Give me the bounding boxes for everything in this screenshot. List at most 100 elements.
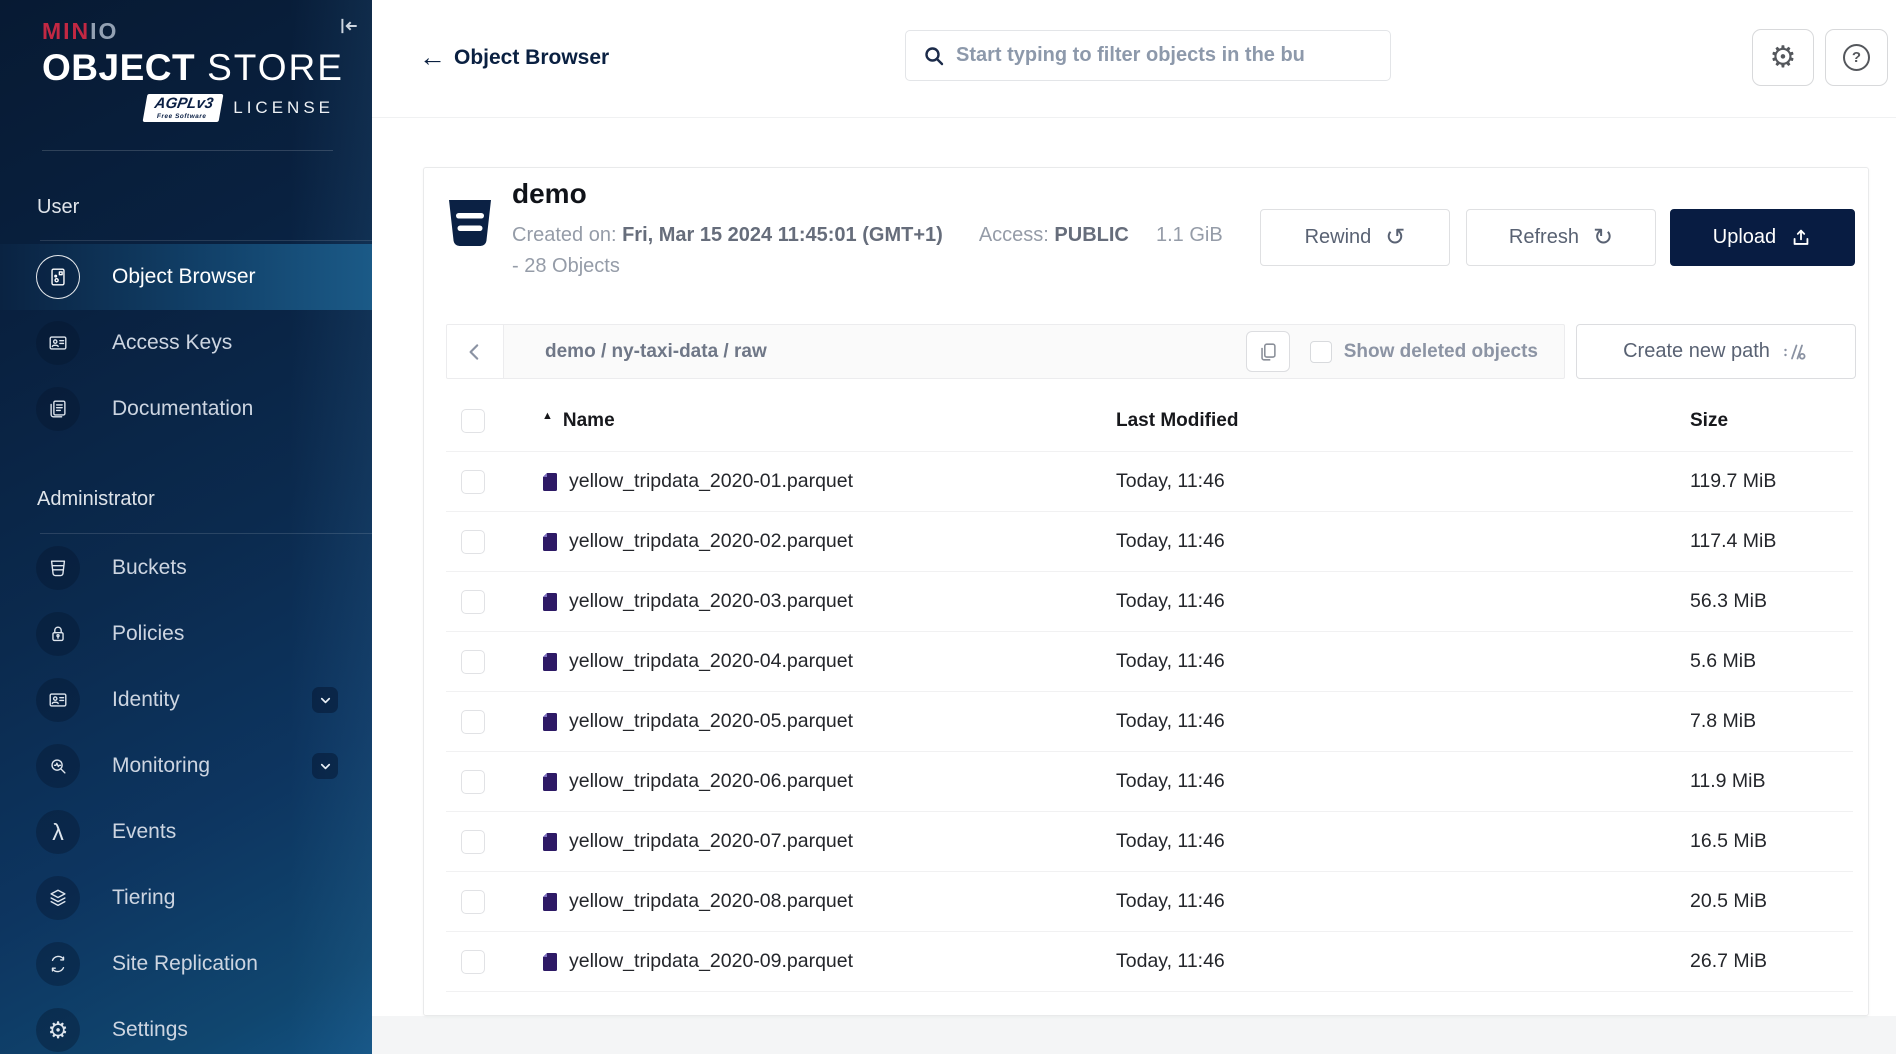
object-size: 7.8 MiB (1690, 710, 1853, 733)
nav-group-user: Object Browser Access Keys Documentation (0, 244, 372, 442)
object-name[interactable]: yellow_tripdata_2020-09.parquet (569, 950, 1116, 973)
minio-logo: MINIO OBJECTSTORE AGPLv3 Free Software L… (42, 18, 334, 122)
row-checkbox[interactable] (461, 830, 485, 854)
table-row[interactable]: yellow_tripdata_2020-01.parquet Today, 1… (446, 451, 1853, 511)
gear-glyph: ⚙ (48, 1019, 69, 1042)
chevron-down-icon[interactable] (312, 753, 338, 779)
created-label: Created on: (512, 224, 617, 246)
top-header: ← Object Browser ⚙ ? (372, 0, 1896, 118)
logo-divider (42, 150, 333, 151)
page-background-strip (372, 1016, 1896, 1054)
breadcrumb[interactable]: demo / ny-taxi-data / raw (545, 341, 767, 363)
section-divider (40, 533, 372, 534)
table-row[interactable]: yellow_tripdata_2020-06.parquet Today, 1… (446, 751, 1853, 811)
sidebar-item-access-keys[interactable]: Access Keys (0, 310, 372, 376)
copy-path-button[interactable] (1246, 331, 1290, 372)
object-size: 26.7 MiB (1690, 950, 1853, 973)
bucket-name: demo (512, 178, 587, 210)
minio-wordmark: MINIO (42, 18, 334, 45)
object-name[interactable]: yellow_tripdata_2020-02.parquet (569, 530, 1116, 553)
sidebar-item-policies[interactable]: Policies (0, 601, 372, 667)
upload-label: Upload (1713, 226, 1776, 249)
sidebar-item-label: Site Replication (112, 952, 258, 976)
table-header-row: ▲ Name Last Modified Size (446, 391, 1853, 451)
row-checkbox[interactable] (461, 890, 485, 914)
file-icon (542, 472, 560, 492)
sidebar-item-site-replication[interactable]: Site Replication (0, 931, 372, 997)
column-name-label[interactable]: Name (563, 410, 615, 432)
object-modified: Today, 11:46 (1116, 830, 1690, 853)
sidebar-item-settings[interactable]: ⚙ Settings (0, 997, 372, 1063)
table-row[interactable]: yellow_tripdata_2020-09.parquet Today, 1… (446, 931, 1853, 991)
column-name[interactable]: ▲ Name (542, 410, 1116, 432)
object-name[interactable]: yellow_tripdata_2020-04.parquet (569, 650, 1116, 673)
object-name[interactable]: yellow_tripdata_2020-05.parquet (569, 710, 1116, 733)
path-bar: demo / ny-taxi-data / raw Show deleted o… (446, 324, 1565, 379)
row-checkbox[interactable] (461, 770, 485, 794)
upload-button[interactable]: Upload (1670, 209, 1855, 266)
sidebar-item-identity[interactable]: Identity (0, 667, 372, 733)
refresh-label: Refresh (1509, 226, 1579, 249)
lambda-glyph: λ (52, 821, 64, 844)
object-name[interactable]: yellow_tripdata_2020-08.parquet (569, 890, 1116, 913)
row-checkbox[interactable] (461, 950, 485, 974)
table-row[interactable]: yellow_tripdata_2020-04.parquet Today, 1… (446, 631, 1853, 691)
object-name[interactable]: yellow_tripdata_2020-01.parquet (569, 470, 1116, 493)
product-name: OBJECTSTORE (42, 47, 334, 89)
sidebar-item-object-browser[interactable]: Object Browser (0, 244, 372, 310)
bucket-browser-card: demo Created on: Fri, Mar 15 2024 11:45:… (423, 167, 1869, 1016)
row-checkbox[interactable] (461, 590, 485, 614)
show-deleted-checkbox[interactable] (1310, 341, 1332, 363)
object-size: 11.9 MiB (1690, 770, 1853, 793)
chevron-down-icon[interactable] (312, 687, 338, 713)
file-icon (542, 892, 560, 912)
settings-gear-button[interactable]: ⚙ (1752, 29, 1814, 86)
table-row[interactable]: yellow_tripdata_2020-08.parquet Today, 1… (446, 871, 1853, 931)
sidebar-item-buckets[interactable]: Buckets (0, 535, 372, 601)
sidebar: MINIO OBJECTSTORE AGPLv3 Free Software L… (0, 0, 372, 1054)
monitoring-icon (36, 744, 80, 788)
row-checkbox[interactable] (461, 470, 485, 494)
row-checkbox[interactable] (461, 710, 485, 734)
file-icon (542, 772, 560, 792)
sidebar-item-tiering[interactable]: Tiering (0, 865, 372, 931)
rewind-label: Rewind (1305, 226, 1372, 249)
show-deleted-label[interactable]: Show deleted objects (1344, 341, 1538, 363)
select-all-checkbox[interactable] (461, 409, 485, 433)
file-icon (542, 652, 560, 672)
copy-icon (1257, 341, 1279, 363)
sidebar-item-label: Access Keys (112, 331, 232, 355)
table-row[interactable]: yellow_tripdata_2020-02.parquet Today, 1… (446, 511, 1853, 571)
brand-io: IO (90, 18, 118, 44)
product-object: OBJECT (42, 47, 195, 88)
table-row[interactable]: yellow_tripdata_2020-05.parquet Today, 1… (446, 691, 1853, 751)
lock-icon (36, 612, 80, 656)
sidebar-item-label: Settings (112, 1018, 188, 1042)
refresh-button[interactable]: Refresh ↻ (1466, 209, 1656, 266)
object-size: 16.5 MiB (1690, 830, 1853, 853)
create-new-path-button[interactable]: Create new path (1576, 324, 1856, 379)
object-name[interactable]: yellow_tripdata_2020-07.parquet (569, 830, 1116, 853)
row-checkbox[interactable] (461, 650, 485, 674)
object-name[interactable]: yellow_tripdata_2020-03.parquet (569, 590, 1116, 613)
breadcrumb-back-button[interactable] (447, 325, 504, 378)
rewind-button[interactable]: Rewind ↺ (1260, 209, 1450, 266)
layers-icon (36, 876, 80, 920)
object-name[interactable]: yellow_tripdata_2020-06.parquet (569, 770, 1116, 793)
sort-ascending-icon[interactable]: ▲ (542, 410, 553, 422)
table-row[interactable]: yellow_tripdata_2020-03.parquet Today, 1… (446, 571, 1853, 631)
sidebar-item-events[interactable]: λ Events (0, 799, 372, 865)
help-button[interactable]: ? (1825, 29, 1888, 86)
collapse-sidebar-icon[interactable] (338, 14, 360, 38)
back-arrow-icon[interactable]: ← (419, 44, 446, 71)
table-row[interactable]: yellow_tripdata_2020-07.parquet Today, 1… (446, 811, 1853, 871)
help-glyph: ? (1852, 49, 1861, 66)
sidebar-item-documentation[interactable]: Documentation (0, 376, 372, 442)
bucket-meta: Created on: Fri, Mar 15 2024 11:45:01 (G… (512, 220, 1227, 282)
row-checkbox[interactable] (461, 530, 485, 554)
column-last-modified[interactable]: Last Modified (1116, 410, 1690, 432)
search-input[interactable] (956, 44, 1378, 67)
sidebar-item-monitoring[interactable]: Monitoring (0, 733, 372, 799)
object-size: 117.4 MiB (1690, 530, 1853, 553)
column-size[interactable]: Size (1690, 410, 1853, 432)
